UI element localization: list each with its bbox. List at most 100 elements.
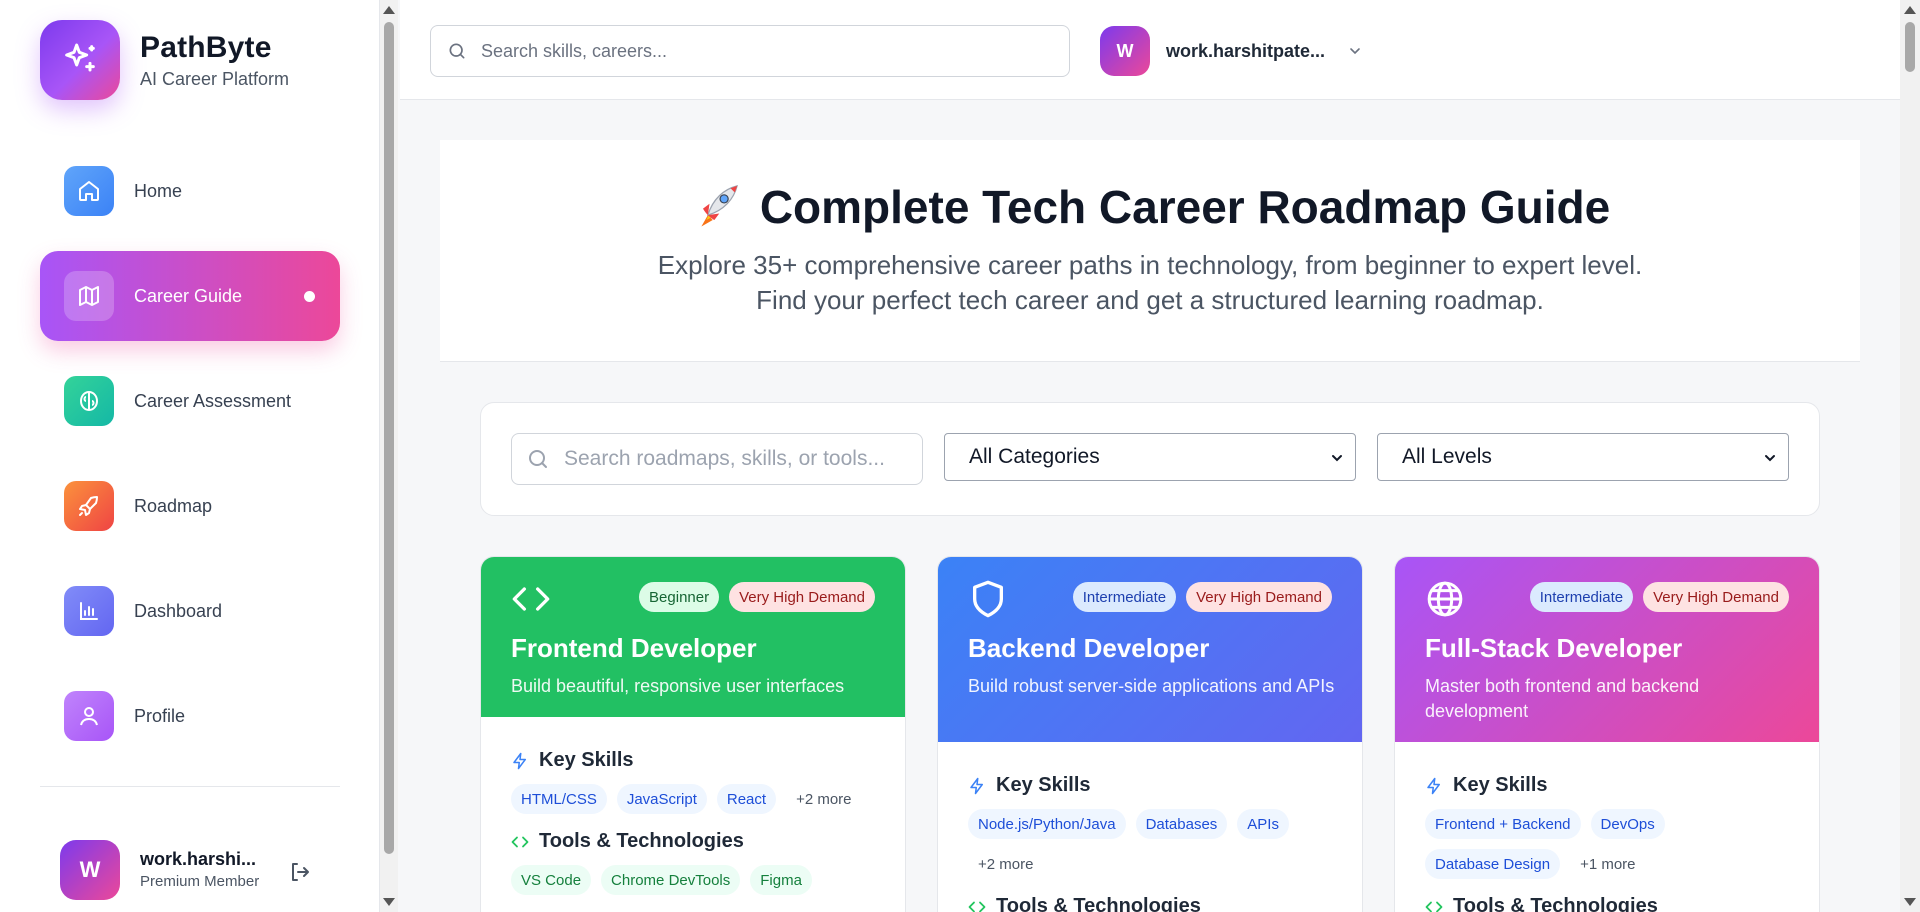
page-title: Complete Tech Career Roadmap Guide	[440, 180, 1860, 234]
card-header: Beginner Very High Demand Frontend Devel…	[481, 557, 905, 717]
sidebar-user-card[interactable]: W work.harshi... Premium Member	[60, 840, 260, 900]
lightning-icon	[513, 752, 526, 769]
skill-chip: HTML/CSS	[511, 784, 607, 814]
search-input[interactable]: Search skills, careers...	[430, 25, 1070, 77]
key-skills-heading: Key Skills	[1425, 774, 1789, 797]
roadmap-card-fullstack[interactable]: Intermediate Very High Demand Full-Stack…	[1394, 556, 1820, 912]
page-description: Explore 35+ comprehensive career paths i…	[657, 250, 1643, 315]
rocket-icon	[64, 481, 114, 531]
avatar: W	[1100, 26, 1150, 76]
tools-heading: Tools & Technologies	[511, 830, 875, 853]
brain-icon	[64, 376, 114, 426]
card-description: Build beautiful, responsive user interfa…	[511, 676, 845, 696]
lightning-icon	[970, 777, 983, 794]
user-icon	[64, 691, 114, 741]
sidebar-item-label: Career Assessment	[134, 390, 292, 411]
username: work.harshitpate...	[1166, 40, 1326, 61]
card-description: Master both frontend and backend develop…	[1425, 676, 1700, 721]
level-select-value: All Levels	[1402, 445, 1492, 468]
sparkles-icon	[40, 20, 120, 100]
skill-chip: Node.js/Python/Java	[968, 809, 1126, 839]
search-icon	[529, 450, 547, 468]
category-select[interactable]: All Categories	[944, 433, 1356, 481]
tools-heading: Tools & Technologies	[1425, 895, 1789, 912]
sidebar-item-home[interactable]: Home	[40, 146, 340, 236]
sidebar-item-dashboard[interactable]: Dashboard	[40, 566, 340, 656]
filter-bar: Search roadmaps, skills, or tools... All…	[480, 402, 1820, 516]
skill-chip: APIs	[1237, 809, 1289, 839]
lightning-icon	[1427, 777, 1440, 794]
code-icon	[511, 836, 529, 847]
user-menu[interactable]: W work.harshitpate...	[1100, 26, 1363, 76]
home-icon	[64, 166, 114, 216]
brand-subtitle: AI Career Platform	[140, 68, 290, 89]
sidebar-item-career-assessment[interactable]: Career Assessment	[40, 356, 340, 446]
page-title-text: Complete Tech Career Roadmap Guide	[759, 181, 1611, 233]
brand-name: PathByte	[140, 30, 272, 64]
chevron-down-icon	[1765, 455, 1775, 462]
sidebar-item-label: Profile	[134, 705, 186, 726]
skill-chip: React	[716, 784, 777, 814]
brand[interactable]: PathByte AI Career Platform	[40, 20, 289, 100]
sidebar-item-label: Career Guide	[134, 285, 243, 306]
level-badge: Beginner	[639, 582, 720, 612]
skill-chip: Frontend + Backend	[1425, 809, 1581, 839]
tools-heading: Tools & Technologies	[968, 895, 1332, 912]
tool-chip: Chrome DevTools	[601, 865, 741, 895]
demand-badge: Very High Demand	[729, 582, 875, 612]
code-icon	[1425, 901, 1443, 912]
scroll-up-arrow-icon[interactable]	[1904, 6, 1916, 14]
code-icon	[511, 579, 551, 624]
scroll-up-arrow-icon[interactable]	[383, 6, 395, 14]
level-select[interactable]: All Levels	[1377, 433, 1789, 481]
demand-badge: Very High Demand	[1186, 582, 1332, 612]
more-skills-chip[interactable]: +2 more	[786, 784, 862, 814]
category-select-value: All Categories	[969, 445, 1100, 468]
user-tier: Premium Member	[140, 873, 260, 890]
skill-chip: DevOps	[1590, 809, 1665, 839]
avatar: W	[60, 840, 120, 900]
scrollbar-thumb[interactable]	[1905, 22, 1915, 72]
scrollbar-thumb[interactable]	[384, 22, 394, 854]
demand-badge: Very High Demand	[1643, 582, 1789, 612]
sidebar: PathByte AI Career Platform Home Career …	[0, 0, 380, 912]
code-icon	[968, 901, 986, 912]
roadmap-search-input[interactable]: Search roadmaps, skills, or tools...	[511, 433, 923, 485]
chevron-down-icon	[1350, 48, 1360, 55]
scroll-down-arrow-icon[interactable]	[1904, 898, 1916, 906]
page-scrollbar[interactable]	[1900, 0, 1920, 912]
sidebar-item-career-guide[interactable]: Career Guide	[40, 251, 340, 341]
globe-icon	[1425, 579, 1465, 624]
more-skills-chip[interactable]: +1 more	[1570, 849, 1646, 879]
scroll-down-arrow-icon[interactable]	[383, 898, 395, 906]
skill-chip: Databases	[1135, 809, 1228, 839]
logout-icon[interactable]	[288, 860, 312, 884]
card-description: Build robust server-side applications an…	[968, 676, 1335, 696]
map-icon	[64, 271, 114, 321]
main-content: Search skills, careers... W work.harshit…	[400, 0, 1920, 912]
key-skills-heading: Key Skills	[511, 749, 875, 772]
search-placeholder: Search roadmaps, skills, or tools...	[564, 447, 885, 470]
rocket-icon	[690, 181, 742, 233]
sidebar-item-label: Dashboard	[134, 600, 223, 621]
sidebar-item-roadmap[interactable]: Roadmap	[40, 461, 340, 551]
sidebar-item-label: Home	[134, 180, 183, 201]
tool-chip: VS Code	[511, 865, 592, 895]
sidebar-item-profile[interactable]: Profile	[40, 671, 340, 761]
shield-icon	[968, 579, 1008, 624]
level-badge: Intermediate	[1072, 582, 1177, 612]
divider	[40, 786, 340, 787]
skill-chip: Database Design	[1425, 849, 1561, 879]
bar-chart-icon	[64, 586, 114, 636]
active-indicator	[304, 291, 315, 302]
level-badge: Intermediate	[1529, 582, 1634, 612]
skill-chip: JavaScript	[616, 784, 707, 814]
roadmap-card-backend[interactable]: Intermediate Very High Demand Backend De…	[937, 556, 1363, 912]
more-skills-chip[interactable]: +2 more	[968, 849, 1044, 879]
sidebar-scrollbar[interactable]	[380, 0, 398, 912]
roadmap-card-frontend[interactable]: Beginner Very High Demand Frontend Devel…	[480, 556, 906, 912]
user-name: work.harshi...	[140, 849, 257, 869]
sidebar-item-label: Roadmap	[134, 495, 213, 516]
search-icon	[449, 43, 465, 59]
key-skills-heading: Key Skills	[968, 774, 1332, 797]
